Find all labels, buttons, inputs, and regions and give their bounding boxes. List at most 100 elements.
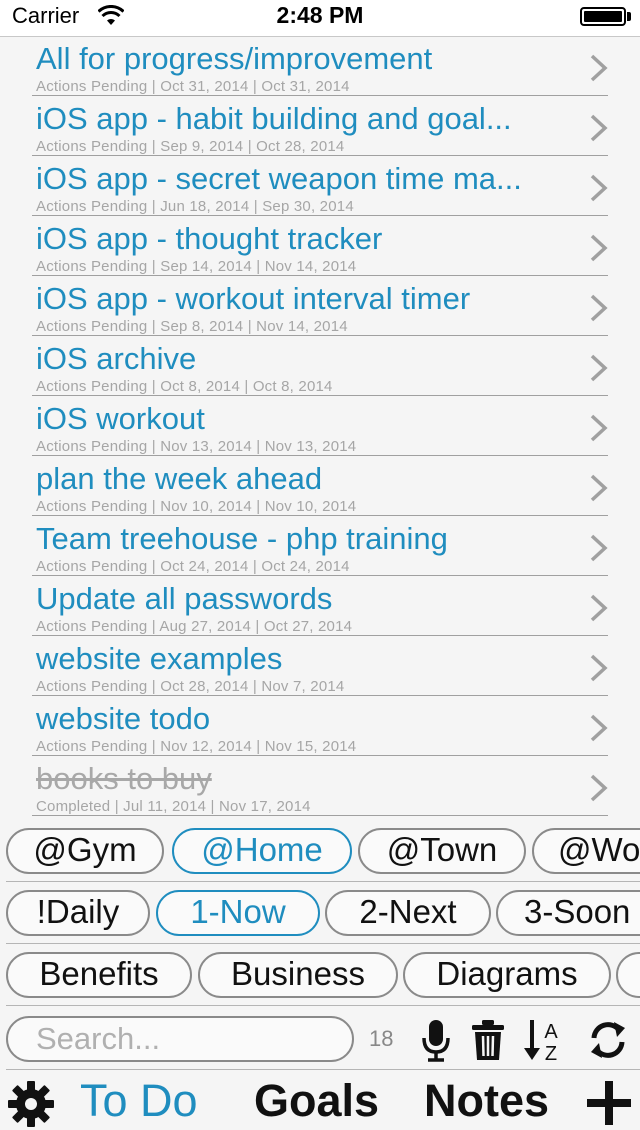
search-input[interactable] bbox=[6, 1016, 354, 1062]
context-tag-bar[interactable]: @Gym @Home @Town @Wo bbox=[0, 820, 640, 882]
battery-tip bbox=[627, 12, 631, 21]
row-divider bbox=[32, 155, 608, 156]
list-item[interactable]: website todo Actions Pending | Nov 12, 20… bbox=[0, 697, 640, 757]
project-title: website examples bbox=[36, 641, 283, 676]
context-pill-home[interactable]: @Home bbox=[172, 828, 352, 874]
chevron-right-icon bbox=[590, 774, 608, 802]
list-item[interactable]: Team treehouse - php training Actions Pen… bbox=[0, 517, 640, 577]
refresh-icon[interactable] bbox=[588, 1018, 628, 1062]
microphone-icon[interactable] bbox=[416, 1018, 456, 1062]
category-pill-business[interactable]: Business bbox=[198, 952, 398, 998]
chevron-right-icon bbox=[590, 114, 608, 142]
project-subtitle: Actions Pending | Aug 27, 2014 | Oct 27,… bbox=[36, 618, 353, 635]
row-divider bbox=[32, 575, 608, 576]
tab-notes[interactable]: Notes bbox=[424, 1076, 549, 1126]
project-subtitle: Actions Pending | Nov 13, 2014 | Nov 13,… bbox=[36, 438, 357, 455]
gear-icon[interactable] bbox=[7, 1080, 55, 1128]
chevron-right-icon bbox=[590, 594, 608, 622]
project-title: books to buy bbox=[36, 761, 212, 796]
row-divider bbox=[32, 275, 608, 276]
divider bbox=[6, 1005, 640, 1006]
project-subtitle: Actions Pending | Oct 31, 2014 | Oct 31,… bbox=[36, 78, 350, 95]
svg-text:A: A bbox=[544, 1021, 558, 1043]
project-title: iOS archive bbox=[36, 341, 197, 376]
list-item[interactable]: iOS app - workout interval timer Actions … bbox=[0, 277, 640, 337]
row-divider bbox=[32, 455, 608, 456]
category-tag-bar[interactable]: Benefits Business Diagrams bbox=[0, 944, 640, 1006]
item-count: 18 bbox=[369, 1026, 394, 1051]
category-pill-diagrams[interactable]: Diagrams bbox=[403, 952, 611, 998]
project-list[interactable]: All for progress/improvement Actions Pend… bbox=[0, 36, 640, 818]
project-title: iOS workout bbox=[36, 401, 205, 436]
project-subtitle: Actions Pending | Sep 9, 2014 | Oct 28, … bbox=[36, 138, 345, 155]
chevron-right-icon bbox=[590, 354, 608, 382]
project-subtitle: Actions Pending | Jun 18, 2014 | Sep 30,… bbox=[36, 198, 354, 215]
chevron-right-icon bbox=[590, 714, 608, 742]
svg-text:Z: Z bbox=[545, 1043, 557, 1062]
category-pill-benefits[interactable]: Benefits bbox=[6, 952, 192, 998]
tab-goals[interactable]: Goals bbox=[254, 1076, 379, 1126]
project-subtitle: Actions Pending | Nov 12, 2014 | Nov 15,… bbox=[36, 738, 357, 755]
project-subtitle: Actions Pending | Sep 14, 2014 | Nov 14,… bbox=[36, 258, 357, 275]
row-divider bbox=[32, 755, 608, 756]
list-item[interactable]: iOS app - secret weapon time ma... Action… bbox=[0, 157, 640, 217]
priority-pill-daily[interactable]: !Daily bbox=[6, 890, 150, 936]
status-time: 2:48 PM bbox=[276, 2, 364, 28]
chevron-right-icon bbox=[590, 234, 608, 262]
project-title: plan the week ahead bbox=[36, 461, 323, 496]
context-pill-work[interactable]: @Wo bbox=[532, 828, 640, 874]
chevron-right-icon bbox=[590, 654, 608, 682]
project-subtitle: Actions Pending | Oct 24, 2014 | Oct 24,… bbox=[36, 558, 350, 575]
chevron-right-icon bbox=[590, 534, 608, 562]
project-subtitle: Actions Pending | Oct 8, 2014 | Oct 8, 2… bbox=[36, 378, 333, 395]
project-title: Team treehouse - php training bbox=[36, 521, 448, 556]
sort-az-icon[interactable]: A Z bbox=[522, 1018, 562, 1062]
bottom-tab-bar: To Do Goals Notes bbox=[0, 1070, 640, 1130]
priority-pill-next[interactable]: 2-Next bbox=[325, 890, 491, 936]
list-item[interactable]: iOS workout Actions Pending | Nov 13, 201… bbox=[0, 397, 640, 457]
project-title: iOS app - workout interval timer bbox=[36, 281, 471, 316]
row-divider bbox=[32, 215, 608, 216]
chevron-right-icon bbox=[590, 54, 608, 82]
row-divider bbox=[32, 515, 608, 516]
project-subtitle: Completed | Jul 11, 2014 | Nov 17, 2014 bbox=[36, 798, 311, 815]
project-subtitle: Actions Pending | Sep 8, 2014 | Nov 14, … bbox=[36, 318, 348, 335]
row-divider bbox=[32, 635, 608, 636]
context-pill-town[interactable]: @Town bbox=[358, 828, 526, 874]
search-toolbar: 18 A Z bbox=[0, 1008, 640, 1070]
category-pill-more[interactable] bbox=[616, 952, 640, 998]
row-divider bbox=[32, 95, 608, 96]
project-subtitle: Actions Pending | Nov 10, 2014 | Nov 10,… bbox=[36, 498, 357, 515]
list-item[interactable]: iOS archive Actions Pending | Oct 8, 2014… bbox=[0, 337, 640, 397]
project-title: All for progress/improvement bbox=[36, 41, 433, 76]
battery-icon bbox=[580, 7, 626, 26]
project-title: website todo bbox=[36, 701, 211, 736]
project-title: Update all passwords bbox=[36, 581, 333, 616]
context-pill-gym[interactable]: @Gym bbox=[6, 828, 164, 874]
status-bar: Carrier 2:48 PM bbox=[0, 0, 640, 36]
chevron-right-icon bbox=[590, 174, 608, 202]
list-item[interactable]: iOS app - habit building and goal... Acti… bbox=[0, 97, 640, 157]
row-divider bbox=[32, 695, 608, 696]
list-item[interactable]: iOS app - thought tracker Actions Pending… bbox=[0, 217, 640, 277]
tab-todo[interactable]: To Do bbox=[80, 1076, 198, 1126]
row-divider bbox=[32, 395, 608, 396]
list-item[interactable]: website examples Actions Pending | Oct 28… bbox=[0, 637, 640, 697]
list-item[interactable]: All for progress/improvement Actions Pend… bbox=[0, 37, 640, 97]
priority-tag-bar[interactable]: !Daily 1-Now 2-Next 3-Soon bbox=[0, 882, 640, 944]
list-item[interactable]: books to buy Completed | Jul 11, 2014 | N… bbox=[0, 757, 640, 817]
plus-icon[interactable] bbox=[586, 1080, 632, 1126]
project-subtitle: Actions Pending | Oct 28, 2014 | Nov 7, … bbox=[36, 678, 345, 695]
project-title: iOS app - habit building and goal... bbox=[36, 101, 512, 136]
row-divider bbox=[32, 335, 608, 336]
chevron-right-icon bbox=[590, 474, 608, 502]
row-divider bbox=[32, 815, 608, 816]
list-item[interactable]: Update all passwords Actions Pending | Au… bbox=[0, 577, 640, 637]
trash-icon[interactable] bbox=[468, 1018, 508, 1062]
priority-pill-soon[interactable]: 3-Soon bbox=[496, 890, 640, 936]
priority-pill-now[interactable]: 1-Now bbox=[156, 890, 320, 936]
chevron-right-icon bbox=[590, 414, 608, 442]
list-item[interactable]: plan the week ahead Actions Pending | Nov… bbox=[0, 457, 640, 517]
project-title: iOS app - thought tracker bbox=[36, 221, 383, 256]
project-title: iOS app - secret weapon time ma... bbox=[36, 161, 522, 196]
